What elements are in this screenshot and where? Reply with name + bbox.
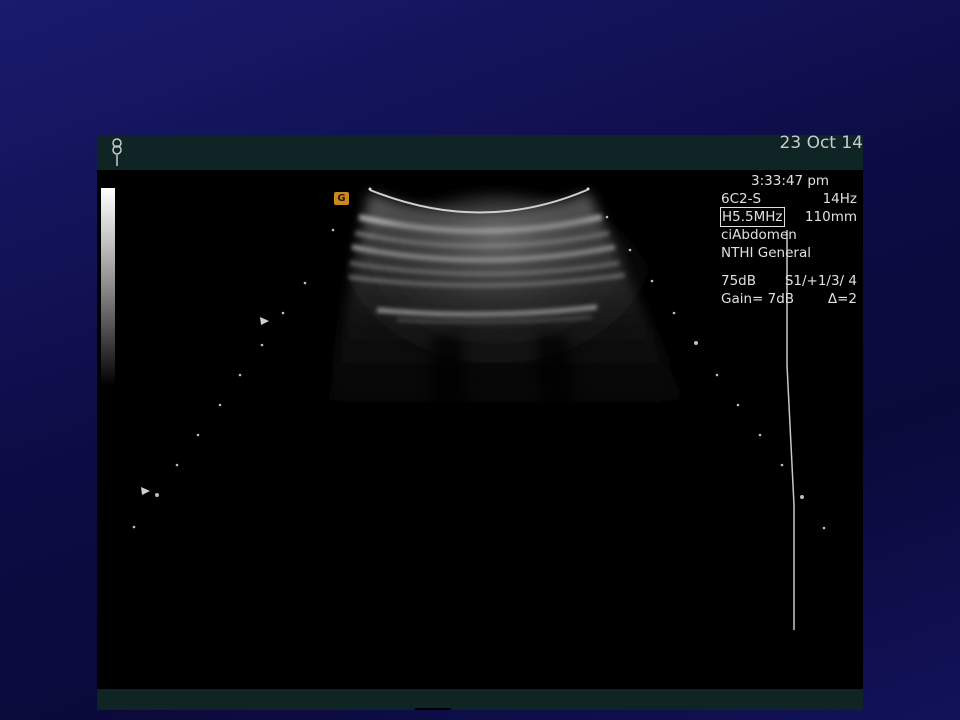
orientation-marker: G (334, 192, 349, 205)
probe-orientation-icon (112, 138, 122, 166)
depth-markers-left (132, 228, 335, 529)
grayscale-bar (101, 188, 115, 386)
frame-rate: 14Hz (822, 191, 857, 207)
footer-bar (97, 689, 863, 710)
ultrasound-screen: 23 Oct 14 G 3:33:47 pm 6C2-S 14Hz H5.5MH… (97, 135, 863, 710)
institution: NTHI General (721, 245, 811, 261)
depth: 110mm (804, 209, 857, 225)
exam-date: 23 Oct 14 (779, 135, 863, 153)
processing-settings: S1/+1/3/ 4 (784, 273, 857, 289)
focus-arrow-icon (260, 317, 269, 325)
footer-tab (415, 708, 451, 710)
preset: ciAbdomen (721, 227, 797, 243)
acquisition-parameters: 3:33:47 pm 6C2-S 14Hz H5.5MHz 110mm ciAb… (720, 172, 863, 308)
header-bar: 23 Oct 14 (97, 135, 863, 170)
exam-time: 3:33:47 pm (751, 173, 830, 189)
gain: Gain= 7dB (721, 291, 795, 307)
frequency: H5.5MHz (720, 207, 785, 227)
dynamic-range: 75dB (721, 273, 757, 289)
persistence-delta: Δ=2 (827, 291, 857, 307)
deep-haze (322, 195, 672, 475)
focus-arrow-icon (141, 487, 150, 495)
transducer-label: 6C2-S (721, 191, 762, 207)
